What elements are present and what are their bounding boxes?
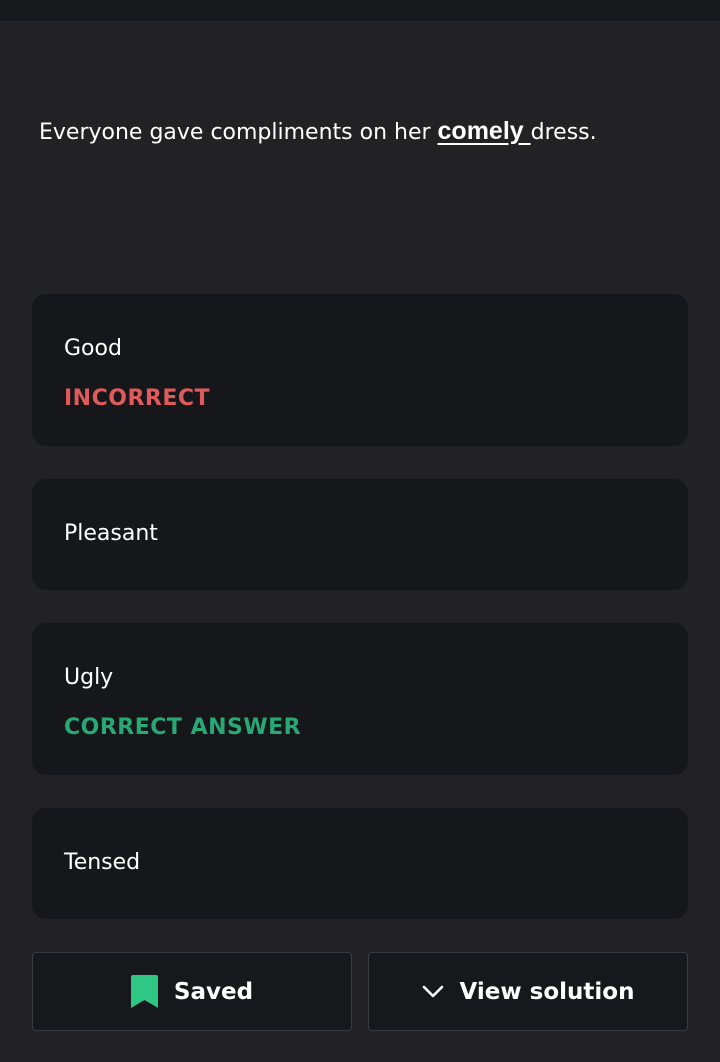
question-keyword: comely	[437, 117, 531, 145]
option-label: Ugly	[64, 665, 114, 690]
saved-button[interactable]: Saved	[32, 952, 352, 1031]
option-label: Good	[64, 336, 122, 361]
saved-label: Saved	[173, 978, 254, 1005]
option-pleasant[interactable]: Pleasant	[32, 479, 688, 590]
bookmark-icon	[130, 975, 158, 1008]
correct-answer-badge: CORRECT ANSWER	[64, 715, 302, 740]
incorrect-badge: INCORRECT	[64, 386, 211, 411]
view-solution-label: View solution	[459, 978, 635, 1005]
question-text-before: Everyone gave compliments on her	[39, 120, 438, 145]
view-solution-button[interactable]: View solution	[368, 952, 688, 1031]
option-good[interactable]: Good INCORRECT	[32, 294, 688, 446]
question-text: Everyone gave compliments on her comely …	[39, 115, 699, 149]
option-label: Pleasant	[64, 521, 158, 546]
option-label: Tensed	[64, 850, 141, 875]
chevron-down-icon	[422, 985, 443, 997]
top-bar	[0, 0, 720, 21]
question-text-after: dress.	[530, 120, 597, 145]
option-ugly[interactable]: Ugly CORRECT ANSWER	[32, 623, 688, 775]
option-tensed[interactable]: Tensed	[32, 808, 688, 919]
